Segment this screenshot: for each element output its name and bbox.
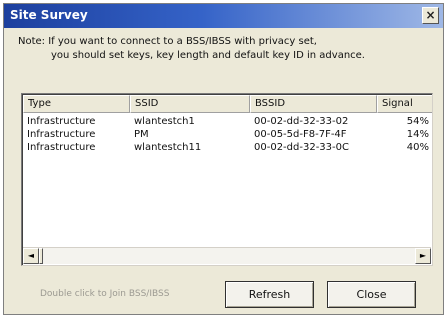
privacy-note: Note: If you want to connect to a BSS/IB… [18,35,438,63]
close-button[interactable]: Close [327,281,416,308]
arrow-left-icon[interactable]: ◄ [23,248,39,264]
table-row[interactable]: Infrastructure wlantestch1 00-02-dd-32-3… [23,115,432,128]
cell-signal: 54% [406,116,429,127]
horizontal-scrollbar[interactable]: ◄ ► [23,247,431,264]
note-line-2: you should set keys, key length and defa… [51,50,365,61]
cell-type: Infrastructure [27,142,96,153]
close-icon[interactable]: × [422,7,439,24]
site-survey-list[interactable]: Type SSID BSSID Signal Infrastructure wl… [21,93,433,266]
cell-bssid: 00-02-dd-32-33-0C [254,142,349,153]
list-rows: Infrastructure wlantestch1 00-02-dd-32-3… [23,115,432,154]
site-survey-dialog: Site Survey × Note: If you want to conne… [3,3,444,315]
cell-bssid: 00-02-dd-32-33-02 [254,116,349,127]
table-row[interactable]: Infrastructure wlantestch11 00-02-dd-32-… [23,141,432,154]
column-header-type[interactable]: Type [23,95,130,113]
join-hint: Double click to Join BSS/IBSS [40,289,170,299]
column-header-bssid[interactable]: BSSID [250,95,377,113]
refresh-button[interactable]: Refresh [225,281,314,308]
cell-bssid: 00-05-5d-F8-7F-4F [254,129,347,140]
column-header-signal[interactable]: Signal [377,95,432,113]
arrow-right-icon[interactable]: ► [415,248,431,264]
cell-signal: 14% [406,129,429,140]
cell-ssid: wlantestch11 [134,142,202,153]
cell-ssid: PM [134,129,149,140]
scroll-thumb[interactable] [39,248,43,264]
note-line-1: Note: If you want to connect to a BSS/IB… [18,36,317,47]
cell-ssid: wlantestch1 [134,116,195,127]
table-row[interactable]: Infrastructure PM 00-05-5d-F8-7F-4F 14% [23,128,432,141]
title-bar[interactable]: Site Survey × [4,4,443,28]
cell-type: Infrastructure [27,116,96,127]
window-title: Site Survey [10,8,88,22]
list-header: Type SSID BSSID Signal [23,95,432,113]
cell-signal: 40% [406,142,429,153]
column-header-ssid[interactable]: SSID [130,95,250,113]
cell-type: Infrastructure [27,129,96,140]
